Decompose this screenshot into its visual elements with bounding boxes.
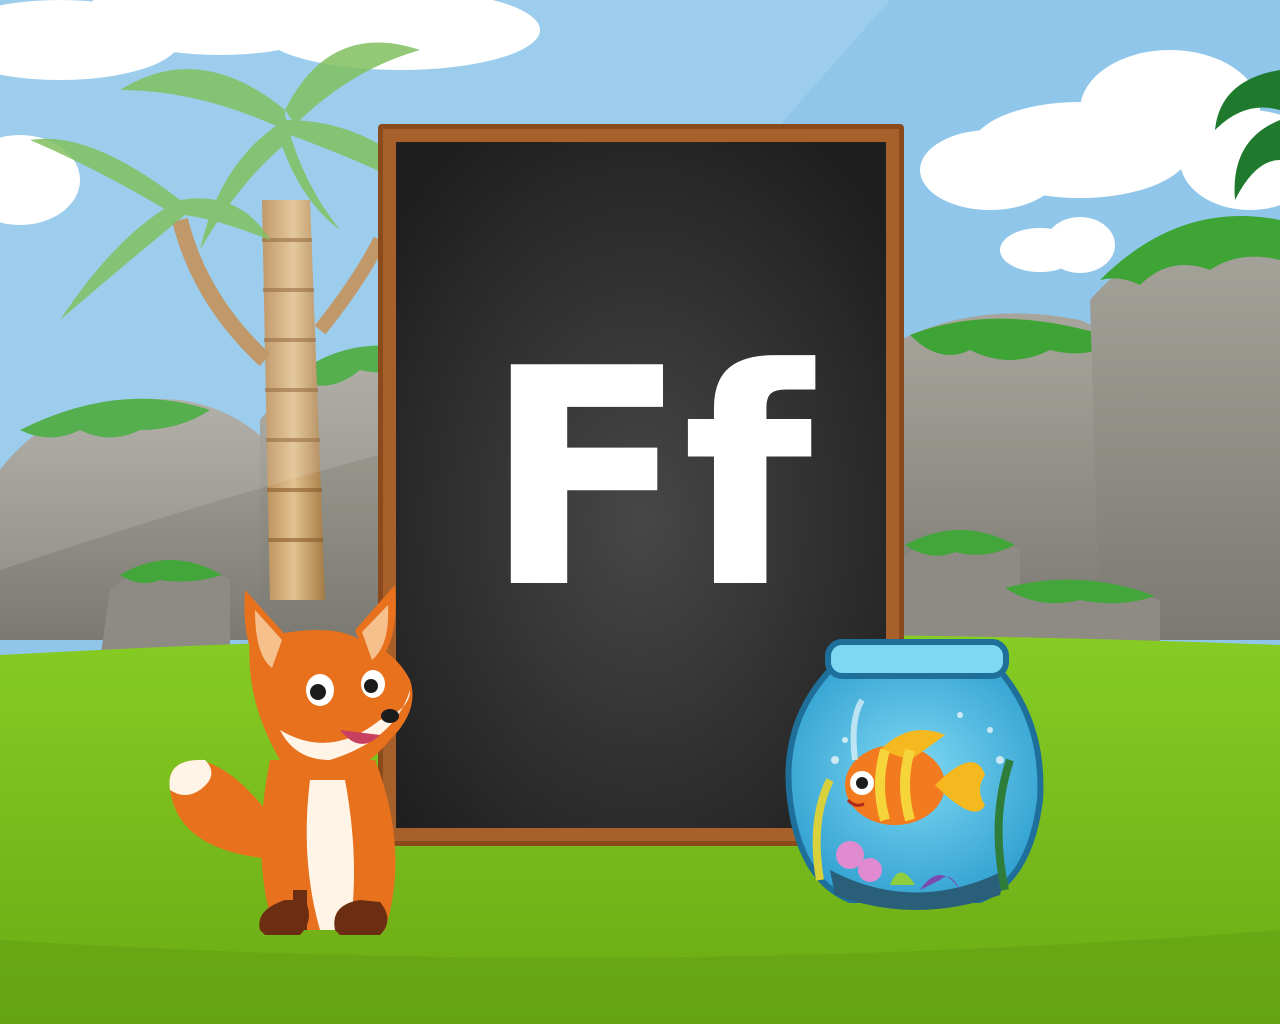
- fishbowl-illustration: [785, 639, 1044, 910]
- letter-display: Ff: [483, 305, 812, 654]
- alphabet-scene: Ff: [0, 0, 1280, 1024]
